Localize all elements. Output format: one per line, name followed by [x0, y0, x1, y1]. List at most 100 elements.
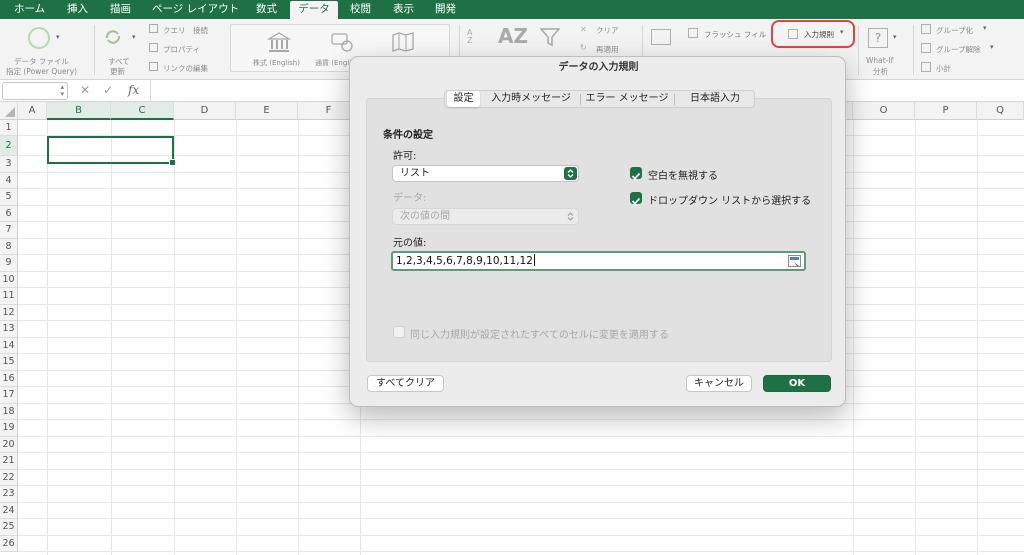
get-data-icon[interactable]: [28, 27, 50, 49]
dropdown-arrow-icon[interactable]: ▾: [893, 33, 897, 41]
tab-settings[interactable]: 設定: [447, 91, 480, 107]
ignore-blank-label[interactable]: 空白を無視する: [648, 167, 718, 182]
row-header[interactable]: 16: [0, 370, 18, 387]
row-header[interactable]: 19: [0, 420, 18, 437]
grid-row-line: [18, 518, 1024, 519]
row-header[interactable]: 8: [0, 238, 18, 255]
what-if-icon[interactable]: ?: [868, 28, 888, 48]
dropdown-arrow-icon[interactable]: ▾: [990, 43, 994, 51]
row-header[interactable]: 6: [0, 205, 18, 222]
group-label[interactable]: グループ化: [936, 25, 973, 36]
grid-row-line: [18, 468, 1024, 470]
column-header[interactable]: O: [853, 102, 915, 120]
name-box[interactable]: ▴ ▾: [2, 82, 68, 100]
row-header[interactable]: 11: [0, 288, 18, 305]
row-header[interactable]: 24: [0, 502, 18, 519]
checkmark-icon: [631, 172, 641, 180]
ok-button[interactable]: OK: [763, 375, 831, 392]
tab-input-message[interactable]: 入力時メッセージ: [485, 91, 577, 107]
in-cell-dropdown-checkbox[interactable]: [630, 192, 642, 205]
column-header[interactable]: Q: [977, 102, 1024, 120]
row-header[interactable]: 26: [0, 535, 18, 552]
clear-label[interactable]: クリア: [596, 25, 619, 36]
what-if-label[interactable]: What-If: [866, 56, 893, 65]
row-header[interactable]: 3: [0, 156, 18, 173]
sort-az-small-icon[interactable]: AZ: [467, 29, 472, 45]
tab-data[interactable]: データ: [290, 1, 338, 19]
column-header[interactable]: C: [111, 102, 174, 120]
flash-fill-label[interactable]: フラッシュ フィル: [704, 29, 766, 40]
column-header[interactable]: A: [18, 102, 47, 120]
grid-row-line: [18, 551, 1024, 552]
text-to-columns-icon[interactable]: [651, 29, 671, 45]
row-header[interactable]: 25: [0, 519, 18, 536]
grid-row-line: [18, 534, 1024, 536]
row-header[interactable]: 22: [0, 469, 18, 486]
source-input[interactable]: 1,2,3,4,5,6,7,8,9,10,11,12: [391, 251, 806, 271]
tab-ime[interactable]: 日本語入力: [677, 91, 753, 107]
tab-page-layout[interactable]: ページ レイアウト: [152, 0, 239, 19]
row-header[interactable]: 14: [0, 337, 18, 354]
refresh-icon[interactable]: [104, 29, 122, 45]
get-data-sublabel[interactable]: 指定 (Power Query): [6, 66, 77, 77]
tab-error-alert[interactable]: エラー メッセージ: [583, 91, 671, 107]
ungroup-label[interactable]: グループ解除: [936, 44, 981, 55]
dropdown-arrow-icon[interactable]: ▾: [983, 24, 987, 32]
properties-label[interactable]: プロパティ: [163, 44, 200, 55]
edit-links-label[interactable]: リンクの編集: [163, 63, 208, 74]
sort-icon[interactable]: AZ: [498, 24, 528, 48]
tab-formulas[interactable]: 数式: [256, 0, 277, 19]
column-header[interactable]: P: [915, 102, 977, 120]
row-header[interactable]: 15: [0, 354, 18, 371]
tab-view[interactable]: 表示: [393, 0, 414, 19]
range-picker-icon[interactable]: [788, 255, 801, 267]
refresh-all-sublabel[interactable]: 更新: [110, 66, 125, 77]
row-header[interactable]: 10: [0, 271, 18, 288]
row-header[interactable]: 9: [0, 255, 18, 272]
queries-label[interactable]: クエリ: [163, 25, 186, 36]
in-cell-dropdown-label[interactable]: ドロップダウン リストから選択する: [648, 192, 811, 207]
stepper-icon[interactable]: ▴ ▾: [60, 84, 64, 98]
active-cell[interactable]: [47, 136, 176, 166]
tab-insert[interactable]: 挿入: [67, 0, 88, 19]
column-header[interactable]: E: [236, 102, 298, 120]
tab-home[interactable]: ホーム: [14, 0, 45, 19]
confirm-formula-icon[interactable]: ✓: [103, 83, 113, 97]
column-header[interactable]: B: [47, 102, 111, 120]
connections-label[interactable]: 接続: [193, 25, 208, 36]
checkmark-icon: [631, 197, 641, 205]
row-header[interactable]: 23: [0, 486, 18, 503]
row-header[interactable]: 4: [0, 172, 18, 189]
tab-draw[interactable]: 描画: [110, 0, 131, 19]
row-header[interactable]: 12: [0, 304, 18, 321]
data-validation-highlight: [771, 20, 855, 48]
row-header[interactable]: 20: [0, 436, 18, 453]
row-header[interactable]: 5: [0, 189, 18, 206]
allow-select[interactable]: リスト: [392, 165, 579, 182]
allow-value: リスト: [400, 168, 430, 179]
column-header[interactable]: D: [174, 102, 236, 120]
reapply-label[interactable]: 再適用: [596, 44, 619, 55]
row-header[interactable]: 17: [0, 387, 18, 404]
tab-developer[interactable]: 開発: [435, 0, 456, 19]
grid-column-line: [853, 120, 854, 555]
dropdown-arrow-icon[interactable]: ▾: [56, 33, 60, 41]
clear-all-button[interactable]: すべてクリア: [367, 375, 444, 392]
filter-icon[interactable]: [539, 27, 561, 51]
ignore-blank-checkbox[interactable]: [630, 167, 642, 180]
dropdown-arrow-icon[interactable]: ▾: [132, 33, 136, 41]
cancel-button[interactable]: キャンセル: [686, 375, 752, 392]
what-if-sublabel[interactable]: 分析: [873, 66, 888, 77]
row-header[interactable]: 2: [0, 136, 18, 156]
select-all-corner[interactable]: [0, 102, 18, 120]
row-header[interactable]: 1: [0, 120, 18, 136]
row-header[interactable]: 7: [0, 222, 18, 239]
row-header[interactable]: 21: [0, 453, 18, 470]
stocks-label[interactable]: 株式 (English): [253, 58, 300, 68]
row-header[interactable]: 13: [0, 321, 18, 338]
tab-review[interactable]: 校閲: [350, 0, 371, 19]
subtotal-label[interactable]: 小計: [936, 63, 951, 74]
insert-function-icon[interactable]: fx: [128, 83, 139, 97]
cancel-formula-icon[interactable]: ✕: [80, 83, 90, 97]
row-header[interactable]: 18: [0, 403, 18, 420]
